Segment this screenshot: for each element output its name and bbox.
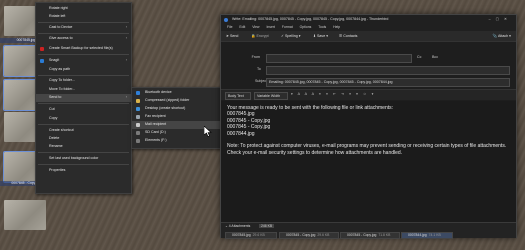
snagit-icon: [40, 59, 44, 63]
sendto-bluetooth[interactable]: Bluetooth device: [132, 89, 220, 97]
menu-item-snagit[interactable]: Snagit ›: [36, 57, 131, 65]
paragraph-style-select[interactable]: Body Text: [225, 91, 251, 100]
menu-file[interactable]: File: [227, 24, 232, 31]
menu-item-copy[interactable]: Copy: [36, 115, 131, 123]
from-label: From: [251, 55, 260, 59]
menu-item-rotate-right[interactable]: Rotate right: [36, 5, 131, 13]
bcc-link[interactable]: Bcc: [432, 53, 438, 62]
menu-item-send-to[interactable]: Send to ›: [36, 94, 131, 102]
menu-item-set-background[interactable]: Set last used background color: [36, 155, 131, 163]
to-label: To: [257, 67, 261, 71]
bluetooth-icon: [136, 91, 140, 95]
window-title: Write: Emailing: 0007845.jpg, 0007845 - …: [232, 17, 389, 21]
attachment-chip[interactable]: 0007844.jpg 74.1 KB: [401, 232, 453, 239]
attachment-chip[interactable]: 0007845 - Copy.jpg 29.6 KB: [279, 232, 339, 239]
menu-item-properties[interactable]: Properties: [36, 167, 131, 175]
attachments-size: 246 KB: [259, 224, 275, 228]
mail-icon: [136, 123, 140, 127]
mouse-cursor-icon: [204, 126, 212, 137]
menu-item-move-to-folder[interactable]: Move To folder...: [36, 86, 131, 94]
sendto-zip[interactable]: Compressed (zipped) folder: [132, 97, 220, 105]
message-body[interactable]: Your message is ready to be sent with th…: [221, 101, 516, 222]
format-toolbar: Body Text Variable Width ▾ A A A ≡ ≡ ⇤ ⇥…: [221, 89, 516, 100]
format-buttons[interactable]: ▾ A A A ≡ ≡ ⇤ ⇥ ≡ ▾ ☺ ▾: [291, 90, 375, 99]
spelling-button[interactable]: ✓ Spelling ▾: [281, 31, 301, 41]
file-context-menu: Rotate right Rotate left Cast to Device ›…: [35, 2, 132, 194]
font-select[interactable]: Variable Width: [254, 91, 288, 100]
contacts-button[interactable]: ☰ Contacts: [339, 31, 357, 41]
menu-view[interactable]: View: [252, 24, 259, 31]
menu-bar: File Edit View Insert Format Options Too…: [221, 24, 516, 31]
body-note: Note: To protect against computer viruse…: [227, 143, 507, 156]
menu-item-copy-to-folder[interactable]: Copy To folder...: [36, 77, 131, 85]
attachment-chip[interactable]: 0007845.jpg 29.6 KB: [225, 232, 277, 239]
menu-options[interactable]: Options: [300, 24, 312, 31]
thunderbird-icon: [224, 17, 228, 22]
menu-edit[interactable]: Edit: [239, 24, 245, 31]
menu-item-rename[interactable]: Rename: [36, 143, 131, 151]
from-field[interactable]: [266, 54, 412, 63]
attachment-bar: ⌄ 4 Attachments 246 KB 0007845.jpg 29.6 K…: [221, 222, 516, 239]
drive-icon: [136, 139, 140, 143]
menu-format[interactable]: Format: [282, 24, 293, 31]
menu-item-delete[interactable]: Delete: [36, 135, 131, 143]
send-to-submenu: Bluetooth device Compressed (zipped) fol…: [131, 87, 221, 149]
menu-item-cut[interactable]: Cut: [36, 106, 131, 114]
to-row: To: [221, 65, 516, 75]
menu-item-smart-backup[interactable]: Create Smart Backup for selected file(s): [36, 45, 131, 53]
zip-folder-icon: [136, 99, 140, 103]
subject-field[interactable]: Emailing: 0007845.jpg, 0007845 - Copy.jp…: [266, 78, 510, 87]
sendto-desktop[interactable]: Desktop (create shortcut): [132, 105, 220, 113]
subject-row: Subject Emailing: 0007845.jpg, 0007845 -…: [221, 77, 516, 87]
fax-icon: [136, 115, 140, 119]
compose-toolbar: ➤ Send 🔒 Encrypt ✓ Spelling ▾ ⬇ Save ▾ ☰…: [221, 31, 516, 42]
attachments-toggle[interactable]: ⌄ 4 Attachments: [225, 224, 250, 228]
to-field[interactable]: [266, 66, 510, 75]
menu-item-copy-as-path[interactable]: Copy as path: [36, 66, 131, 74]
save-button[interactable]: ⬇ Save ▾: [313, 31, 328, 41]
encrypt-button[interactable]: 🔒 Encrypt: [251, 31, 269, 41]
menu-item-create-shortcut[interactable]: Create shortcut: [36, 127, 131, 135]
attach-button[interactable]: 📎 Attach ▾: [493, 31, 511, 41]
sendto-fax[interactable]: Fax recipient: [132, 113, 220, 121]
menu-item-give-access[interactable]: Give access to ›: [36, 35, 131, 43]
menu-item-cast-to-device[interactable]: Cast to Device ›: [36, 24, 131, 32]
attachment-chip[interactable]: 0007845 - Copy.jpg 71.8 KB: [340, 232, 400, 239]
menu-insert[interactable]: Insert: [266, 24, 274, 31]
cc-link[interactable]: Cc: [417, 53, 421, 62]
drive-icon: [136, 131, 140, 135]
desktop-icon: [136, 107, 140, 111]
menu-tools[interactable]: Tools: [318, 24, 326, 31]
window-controls[interactable]: –▢✕: [489, 15, 512, 24]
menu-help[interactable]: Help: [333, 24, 340, 31]
backup-icon: [40, 47, 44, 51]
compose-window: Write: Emailing: 0007845.jpg, 0007845 - …: [220, 14, 517, 239]
window-titlebar: Write: Emailing: 0007845.jpg, 0007845 - …: [221, 15, 516, 24]
sendto-elements[interactable]: Elements (F:): [132, 137, 220, 145]
from-row: From Cc Bcc: [221, 53, 516, 63]
subject-label: Subject: [255, 79, 267, 83]
desktop-file-thumbnail[interactable]: [4, 200, 46, 230]
send-button[interactable]: ➤ Send: [226, 31, 238, 41]
menu-item-rotate-left[interactable]: Rotate left: [36, 13, 131, 21]
